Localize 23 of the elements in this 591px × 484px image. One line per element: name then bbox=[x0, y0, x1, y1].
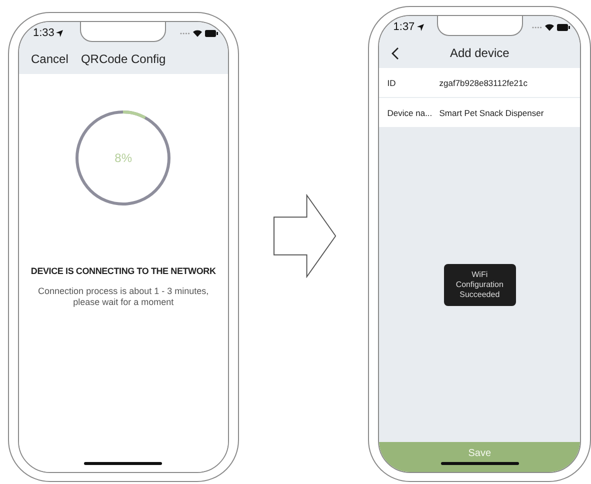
field-label: Device na... bbox=[387, 108, 434, 118]
status-message: Connection process is about 1 - 3 minutes, please wait for a moment bbox=[37, 286, 210, 308]
field-label: ID bbox=[387, 78, 397, 88]
toast-message: WiFi Configuration Succeeded bbox=[444, 264, 516, 306]
progress-percent: 8% bbox=[114, 151, 132, 165]
field-value: zgaf7b928e83112fe21c bbox=[439, 78, 528, 88]
signal-icon bbox=[532, 26, 542, 28]
status-heading: DEVICE IS CONNECTING TO THE NETWORK bbox=[30, 266, 216, 276]
location-icon bbox=[56, 30, 64, 36]
status-time: 1:37 bbox=[393, 21, 415, 33]
battery-icon bbox=[556, 24, 570, 30]
screen-title: Add device bbox=[450, 46, 510, 60]
arrow-icon bbox=[272, 194, 336, 278]
back-icon[interactable] bbox=[391, 46, 400, 60]
wifi-icon bbox=[192, 30, 202, 36]
screen-title: QRCode Config bbox=[80, 52, 166, 66]
status-time: 1:33 bbox=[33, 27, 54, 39]
battery-icon bbox=[204, 30, 218, 36]
location-icon bbox=[416, 24, 424, 30]
cancel-button[interactable]: Cancel bbox=[31, 52, 68, 66]
field-value: Smart Pet Snack Dispenser bbox=[439, 108, 544, 118]
signal-icon bbox=[180, 32, 190, 34]
wifi-icon bbox=[544, 24, 554, 30]
